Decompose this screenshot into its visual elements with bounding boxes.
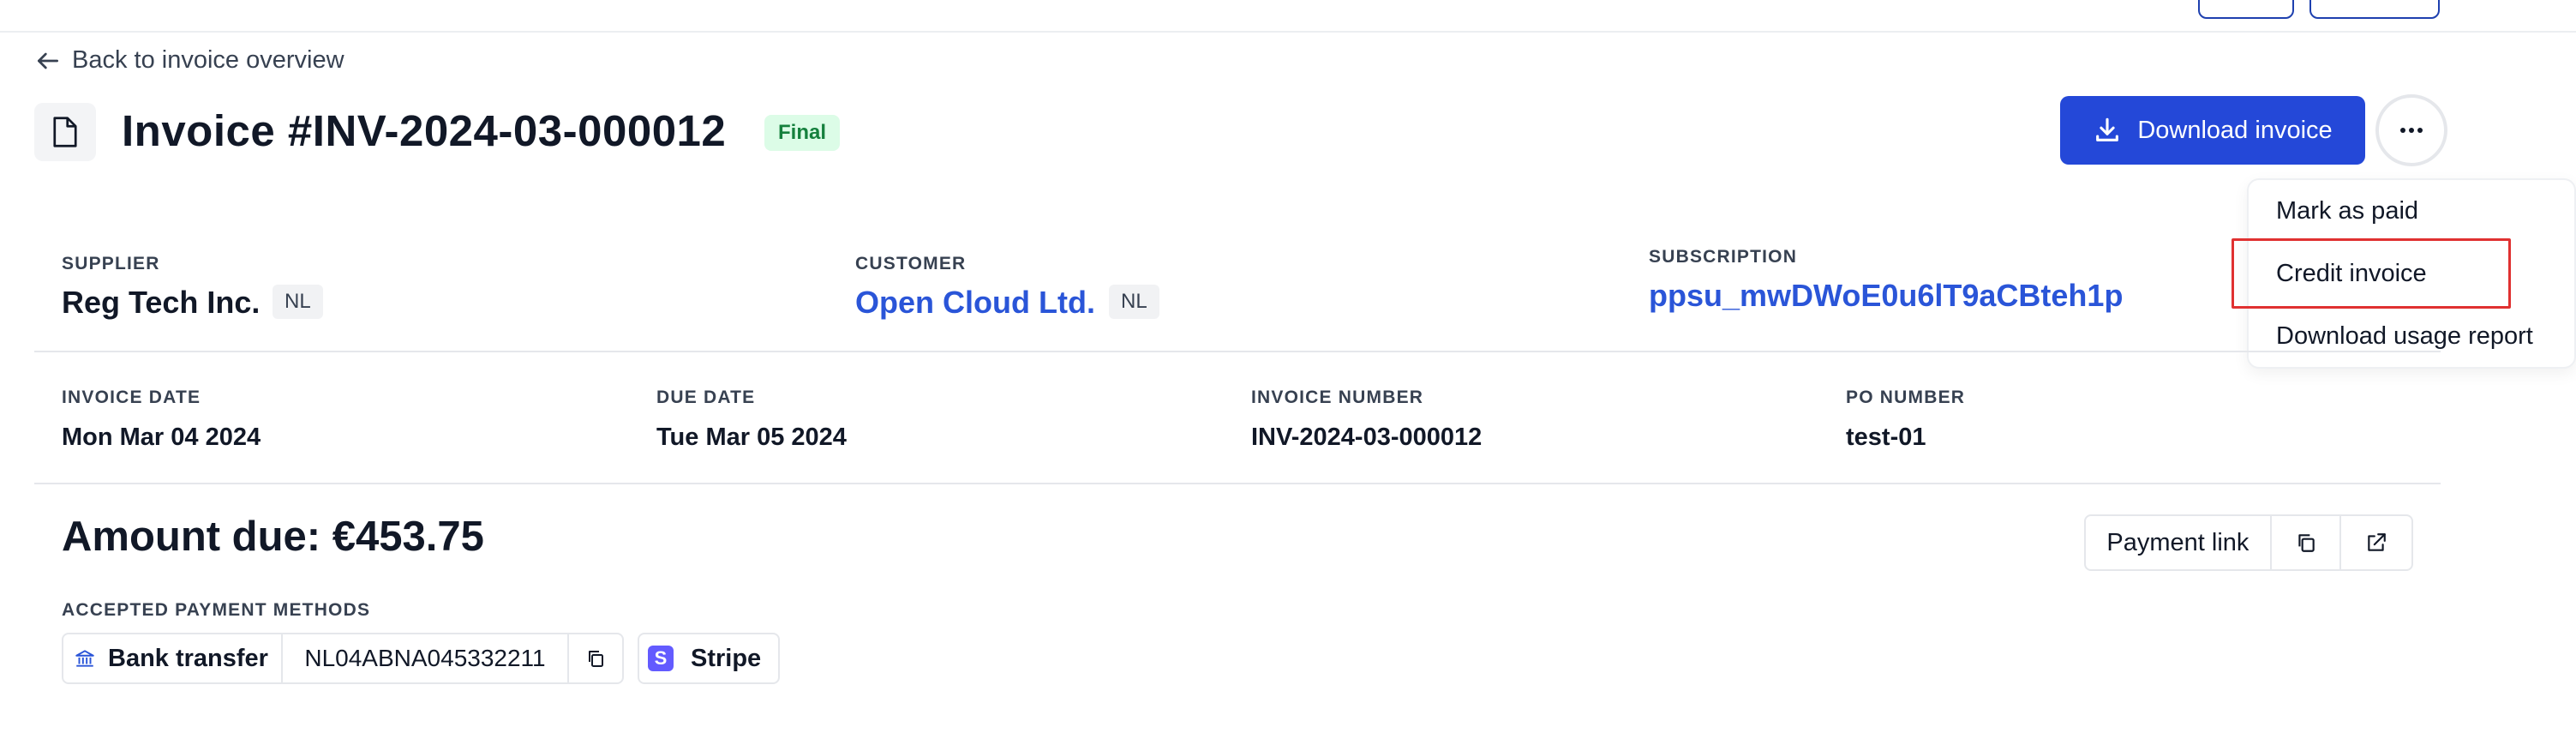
header-button[interactable] bbox=[2309, 0, 2440, 19]
back-link[interactable]: Back to invoice overview bbox=[34, 46, 344, 75]
invoice-date-value: Mon Mar 04 2024 bbox=[62, 424, 261, 451]
due-date-value: Tue Mar 05 2024 bbox=[656, 424, 847, 451]
copy-payment-link-button[interactable] bbox=[2272, 516, 2342, 569]
po-number-label: PO NUMBER bbox=[1846, 388, 1966, 407]
customer-label: CUSTOMER bbox=[855, 254, 967, 273]
bank-icon bbox=[75, 650, 94, 667]
open-payment-link-button[interactable] bbox=[2341, 516, 2411, 569]
menu-item-download-usage-report[interactable]: Download usage report bbox=[2276, 322, 2533, 351]
bank-transfer-label: Bank transfer bbox=[108, 644, 268, 672]
po-number-value: test-01 bbox=[1846, 424, 1926, 451]
arrow-left-icon bbox=[38, 52, 58, 69]
stripe-label: Stripe bbox=[691, 644, 762, 672]
page-title: Invoice #INV-2024-03-000012 bbox=[122, 106, 727, 155]
due-date-label: DUE DATE bbox=[656, 388, 756, 407]
subscription-link[interactable]: ppsu_mwDWoE0u6lT9aCBteh1p bbox=[1649, 278, 2123, 314]
payment-methods-label: ACCEPTED PAYMENT METHODS bbox=[62, 600, 371, 620]
customer-link[interactable]: Open Cloud Ltd. bbox=[855, 285, 1095, 321]
top-divider bbox=[0, 31, 2576, 33]
iban-value: NL04ABNA045332211 bbox=[283, 634, 569, 682]
download-icon bbox=[2096, 117, 2119, 141]
status-badge: Final bbox=[764, 115, 841, 151]
copy-icon bbox=[2297, 534, 2315, 552]
invoice-document-icon-box bbox=[34, 103, 96, 161]
stripe-logo-icon: S bbox=[648, 646, 674, 671]
back-link-label: Back to invoice overview bbox=[72, 46, 344, 74]
section-divider bbox=[34, 483, 2441, 484]
stripe-method: S Stripe bbox=[638, 633, 780, 684]
invoice-date-label: INVOICE DATE bbox=[62, 388, 201, 407]
amount-due: Amount due: €453.75 bbox=[62, 514, 484, 560]
highlight-box bbox=[2232, 238, 2511, 309]
invoice-number-value: INV-2024-03-000012 bbox=[1251, 424, 1483, 451]
more-horizontal-icon bbox=[2400, 128, 2423, 133]
supplier-name: Reg Tech Inc. bbox=[62, 285, 261, 320]
bank-transfer-label-cell: Bank transfer bbox=[63, 634, 283, 682]
document-icon bbox=[53, 117, 77, 147]
bank-transfer-method: Bank transfer NL04ABNA045332211 bbox=[62, 633, 624, 684]
invoice-number-label: INVOICE NUMBER bbox=[1251, 388, 1424, 407]
payment-link-button[interactable]: Payment link bbox=[2086, 516, 2272, 569]
customer-country-badge: NL bbox=[1109, 285, 1159, 319]
menu-item-mark-as-paid[interactable]: Mark as paid bbox=[2276, 197, 2418, 225]
copy-icon bbox=[589, 651, 603, 667]
download-invoice-label: Download invoice bbox=[2137, 116, 2333, 144]
supplier-country-badge: NL bbox=[273, 285, 323, 319]
supplier-label: SUPPLIER bbox=[62, 254, 160, 273]
section-divider bbox=[34, 351, 2441, 352]
more-actions-button[interactable] bbox=[2375, 94, 2447, 166]
header-button[interactable] bbox=[2198, 0, 2294, 19]
subscription-label: SUBSCRIPTION bbox=[1649, 247, 1798, 267]
download-invoice-button[interactable]: Download invoice bbox=[2060, 96, 2365, 165]
external-link-icon bbox=[2368, 533, 2387, 551]
copy-iban-button[interactable] bbox=[569, 634, 622, 682]
payment-link-group: Payment link bbox=[2084, 514, 2413, 571]
